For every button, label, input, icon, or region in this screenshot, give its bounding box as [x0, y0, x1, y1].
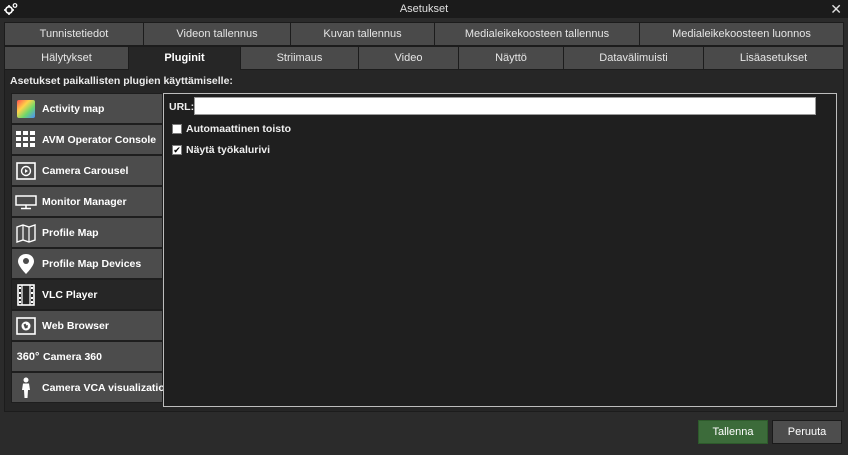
grid-icon: [15, 129, 37, 151]
tab-lisaasetukset[interactable]: Lisäasetukset: [703, 46, 844, 70]
url-input[interactable]: [194, 97, 816, 115]
close-icon[interactable]: ✕: [830, 1, 842, 17]
person-icon: [15, 377, 37, 399]
plugin-item-profile-map-devices[interactable]: Profile Map Devices: [11, 248, 163, 279]
plugin-item-web-browser[interactable]: Web Browser: [11, 310, 163, 341]
autoplay-checkbox-row[interactable]: Automaattinen toisto: [172, 123, 291, 135]
plugin-label: Monitor Manager: [42, 195, 127, 208]
tab-kuvan-tallennus[interactable]: Kuvan tallennus: [290, 22, 435, 46]
plugin-label: Activity map: [42, 102, 105, 115]
toolbar-checkbox[interactable]: ✔: [172, 145, 182, 155]
tab-medialeikekoosteen-tallennus[interactable]: Medialeikekoosteen tallennus: [434, 22, 640, 46]
plugin-item-profile-map[interactable]: Profile Map: [11, 217, 163, 248]
carousel-icon: [15, 160, 37, 182]
plugin-label: VLC Player: [42, 288, 98, 301]
window-title: Asetukset: [399, 3, 449, 15]
camera-360-icon-text: 360°: [16, 350, 40, 363]
toolbar-checkbox-row[interactable]: ✔ Näytä työkalurivi: [172, 144, 270, 156]
save-button[interactable]: Tallenna: [698, 420, 768, 444]
title-bar: Asetukset ✕: [0, 0, 848, 18]
tab-halytykset[interactable]: Hälytykset: [4, 46, 129, 70]
map-pin-icon: [15, 253, 37, 275]
url-label: URL:: [169, 101, 195, 113]
toolbar-label: Näytä työkalurivi: [186, 144, 271, 156]
plugin-label: Profile Map Devices: [42, 257, 142, 270]
tab-pluginit[interactable]: Pluginit: [128, 46, 241, 71]
plugin-label: Camera 360: [43, 350, 102, 363]
plugins-panel: Asetukset paikallisten plugien käyttämis…: [4, 70, 844, 412]
tab-datavalimuisti[interactable]: Datavälimuisti: [563, 46, 704, 70]
plugin-item-camera-360[interactable]: 360° Camera 360: [11, 341, 163, 372]
section-label: Asetukset paikallisten plugien käyttämis…: [10, 75, 233, 87]
activity-map-icon: [15, 98, 37, 120]
camera-360-icon: 360°: [15, 346, 41, 368]
plugin-item-camera-vca-visualization[interactable]: Camera VCA visualization: [11, 372, 171, 403]
globe-icon: [15, 315, 37, 337]
plugin-item-camera-carousel[interactable]: Camera Carousel: [11, 155, 163, 186]
plugin-item-activity-map[interactable]: Activity map: [11, 93, 163, 124]
film-icon: [15, 283, 37, 306]
tab-naytto[interactable]: Näyttö: [458, 46, 564, 70]
plugin-item-monitor-manager[interactable]: Monitor Manager: [11, 186, 163, 217]
cancel-button[interactable]: Peruuta: [772, 420, 842, 444]
plugin-label: Web Browser: [42, 319, 109, 332]
autoplay-label: Automaattinen toisto: [186, 123, 291, 135]
tab-striimaus[interactable]: Striimaus: [240, 46, 359, 70]
plugin-label: Profile Map: [42, 226, 99, 239]
plugin-settings-area: URL: Automaattinen toisto ✔ Näytä työkal…: [163, 93, 837, 407]
plugin-item-avm-operator-console[interactable]: AVM Operator Console: [11, 124, 163, 155]
plugin-label: Camera VCA visualization: [42, 381, 172, 394]
plugin-item-vlc-player[interactable]: VLC Player: [11, 279, 164, 310]
tab-video[interactable]: Video: [358, 46, 459, 70]
monitor-icon: [15, 191, 37, 213]
tab-videon-tallennus[interactable]: Videon tallennus: [143, 22, 291, 46]
tab-medialeikekoosteen-luonnos[interactable]: Medialeikekoosteen luonnos: [639, 22, 844, 46]
tab-tunnistetiedot[interactable]: Tunnistetiedot: [4, 22, 144, 46]
autoplay-checkbox[interactable]: [172, 124, 182, 134]
plugin-label: Camera Carousel: [42, 164, 129, 177]
map-icon: [15, 222, 37, 244]
plugin-label: AVM Operator Console: [42, 133, 157, 146]
